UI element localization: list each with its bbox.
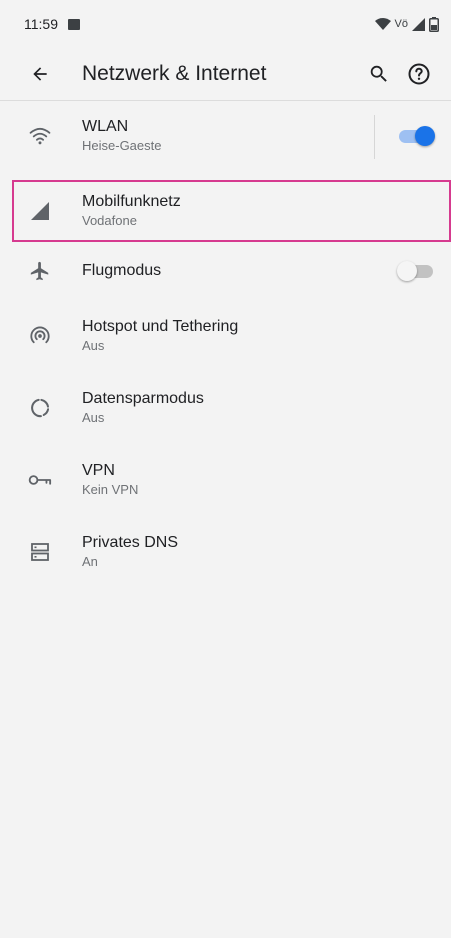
hotspot-subtitle: Aus xyxy=(82,338,105,353)
wlan-label: WLAN xyxy=(82,118,129,135)
wlan-toggle[interactable] xyxy=(397,124,435,148)
datensparmodus-subtitle: Aus xyxy=(82,410,105,425)
vpn-key-icon xyxy=(28,475,52,485)
privates-dns-item[interactable]: Privates DNS An xyxy=(0,517,451,587)
cell-signal-icon xyxy=(31,202,49,220)
wlan-divider xyxy=(374,115,375,159)
settings-list: WLAN Heise-Gaeste Mobilfunknetz Vodafone xyxy=(0,101,451,587)
flugmodus-toggle[interactable] xyxy=(397,259,435,283)
wifi-status-icon xyxy=(374,18,391,30)
mobilfunknetz-subtitle: Vodafone xyxy=(82,213,137,228)
settings-screen: 11:59 Vö Netzwerk & Internet WLAN Heise-… xyxy=(0,0,451,938)
vpn-item[interactable]: VPN Kein VPN xyxy=(0,445,451,515)
search-button[interactable] xyxy=(359,54,399,94)
datensparmodus-label: Datensparmodus xyxy=(82,390,204,407)
signal-status-icon xyxy=(412,17,425,31)
image-notification-icon xyxy=(68,18,80,30)
back-button[interactable] xyxy=(20,54,60,94)
status-time: 11:59 xyxy=(24,16,58,32)
vpn-subtitle: Kein VPN xyxy=(82,482,139,497)
hotspot-icon xyxy=(30,326,50,344)
status-bar: 11:59 Vö xyxy=(0,0,451,48)
flugmodus-item[interactable]: Flugmodus xyxy=(0,243,451,299)
arrow-back-icon xyxy=(33,67,47,81)
battery-icon xyxy=(429,16,439,32)
vpn-label: VPN xyxy=(82,462,115,479)
network-type-label: Vö xyxy=(394,18,408,30)
data-saver-icon xyxy=(31,398,50,418)
help-icon xyxy=(408,63,430,85)
flugmodus-label: Flugmodus xyxy=(82,262,162,279)
wlan-item[interactable]: WLAN Heise-Gaeste xyxy=(0,103,451,169)
status-icons: Vö xyxy=(374,16,439,32)
help-button[interactable] xyxy=(399,54,439,94)
datensparmodus-item[interactable]: Datensparmodus Aus xyxy=(0,373,451,443)
wifi-icon xyxy=(29,127,51,145)
privates-dns-label: Privates DNS xyxy=(82,534,179,551)
privates-dns-subtitle: An xyxy=(82,554,98,569)
mobilfunknetz-label: Mobilfunknetz xyxy=(82,193,181,210)
search-icon xyxy=(370,65,387,82)
hotspot-item[interactable]: Hotspot und Tethering Aus xyxy=(0,301,451,371)
dns-icon xyxy=(31,543,49,561)
page-title: Netzwerk & Internet xyxy=(82,62,267,85)
wlan-subtitle: Heise-Gaeste xyxy=(82,138,162,153)
hotspot-label: Hotspot und Tethering xyxy=(82,318,239,335)
airplane-icon xyxy=(30,261,49,281)
app-bar: Netzwerk & Internet xyxy=(0,48,451,100)
mobilfunknetz-item[interactable]: Mobilfunknetz Vodafone xyxy=(12,180,451,242)
